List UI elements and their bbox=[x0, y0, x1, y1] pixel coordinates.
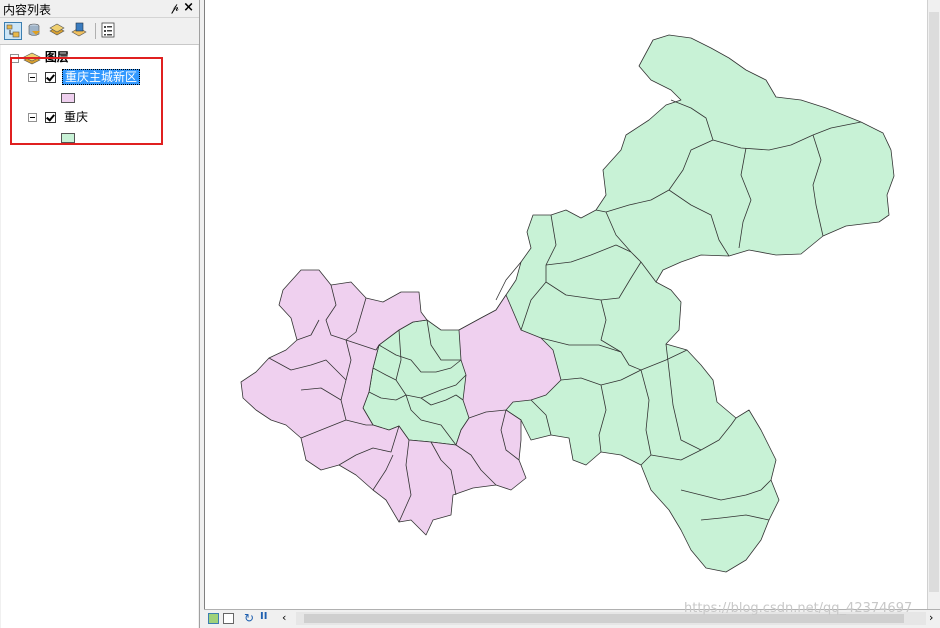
layer-1-label[interactable]: 重庆主城新区 bbox=[62, 69, 141, 85]
refresh-icon[interactable]: ↻ bbox=[244, 611, 255, 625]
data-view-icon[interactable] bbox=[208, 613, 219, 624]
layer-2-visibility-checkbox[interactable] bbox=[45, 112, 56, 123]
layer-item-main-city[interactable]: 重庆主城新区 bbox=[62, 68, 141, 86]
list-by-drawing-order-button[interactable] bbox=[4, 22, 22, 40]
layers-root-row[interactable]: 图层 bbox=[23, 48, 69, 66]
list-by-source-button[interactable] bbox=[26, 22, 44, 40]
layer-2-symbol-swatch[interactable] bbox=[61, 133, 75, 143]
collapse-layers-toggle[interactable] bbox=[10, 54, 19, 63]
layer-1-symbol-swatch[interactable] bbox=[61, 93, 75, 103]
scroll-right-icon[interactable]: › bbox=[929, 611, 940, 624]
pin-icon[interactable]: 𝓅 bbox=[171, 1, 179, 15]
vertical-scrollbar[interactable] bbox=[927, 0, 940, 609]
layout-view-icon[interactable] bbox=[223, 613, 234, 624]
toc-toolbar bbox=[0, 18, 199, 45]
layers-icon bbox=[23, 52, 41, 64]
drawing-order-icon bbox=[6, 24, 20, 38]
selection-icon bbox=[71, 22, 87, 37]
pause-icon[interactable]: II bbox=[260, 611, 271, 622]
watermark-text: https://blog.csdn.net/qq_42374697 bbox=[684, 601, 913, 616]
layers-root-label: 图层 bbox=[44, 50, 69, 64]
layer-2-label[interactable]: 重庆 bbox=[64, 110, 88, 124]
map-view[interactable] bbox=[204, 0, 928, 609]
layer-item-chongqing[interactable]: 重庆 bbox=[64, 108, 88, 126]
scroll-left-icon[interactable]: ‹ bbox=[282, 611, 293, 624]
options-list-icon bbox=[101, 22, 115, 38]
table-of-contents-pane: 内容列表 𝓅 × 图层 重庆主城新区 重庆 bbox=[0, 0, 200, 628]
pane-title-bar: 内容列表 𝓅 × bbox=[0, 0, 199, 18]
options-button[interactable] bbox=[100, 22, 118, 40]
toolbar-separator bbox=[95, 23, 96, 39]
database-icon bbox=[28, 23, 40, 36]
close-icon[interactable]: × bbox=[183, 0, 194, 15]
list-by-selection-button[interactable] bbox=[71, 22, 89, 40]
map-canvas[interactable] bbox=[205, 0, 928, 609]
list-by-visibility-button[interactable] bbox=[49, 22, 67, 40]
collapse-layer-2-toggle[interactable] bbox=[28, 113, 37, 122]
layer-tree: 图层 重庆主城新区 重庆 bbox=[1, 44, 198, 628]
pane-title: 内容列表 bbox=[3, 3, 52, 17]
layers-visibility-icon bbox=[49, 23, 65, 36]
layer-1-visibility-checkbox[interactable] bbox=[45, 72, 56, 83]
vertical-scroll-thumb[interactable] bbox=[929, 12, 939, 592]
collapse-layer-1-toggle[interactable] bbox=[28, 73, 37, 82]
